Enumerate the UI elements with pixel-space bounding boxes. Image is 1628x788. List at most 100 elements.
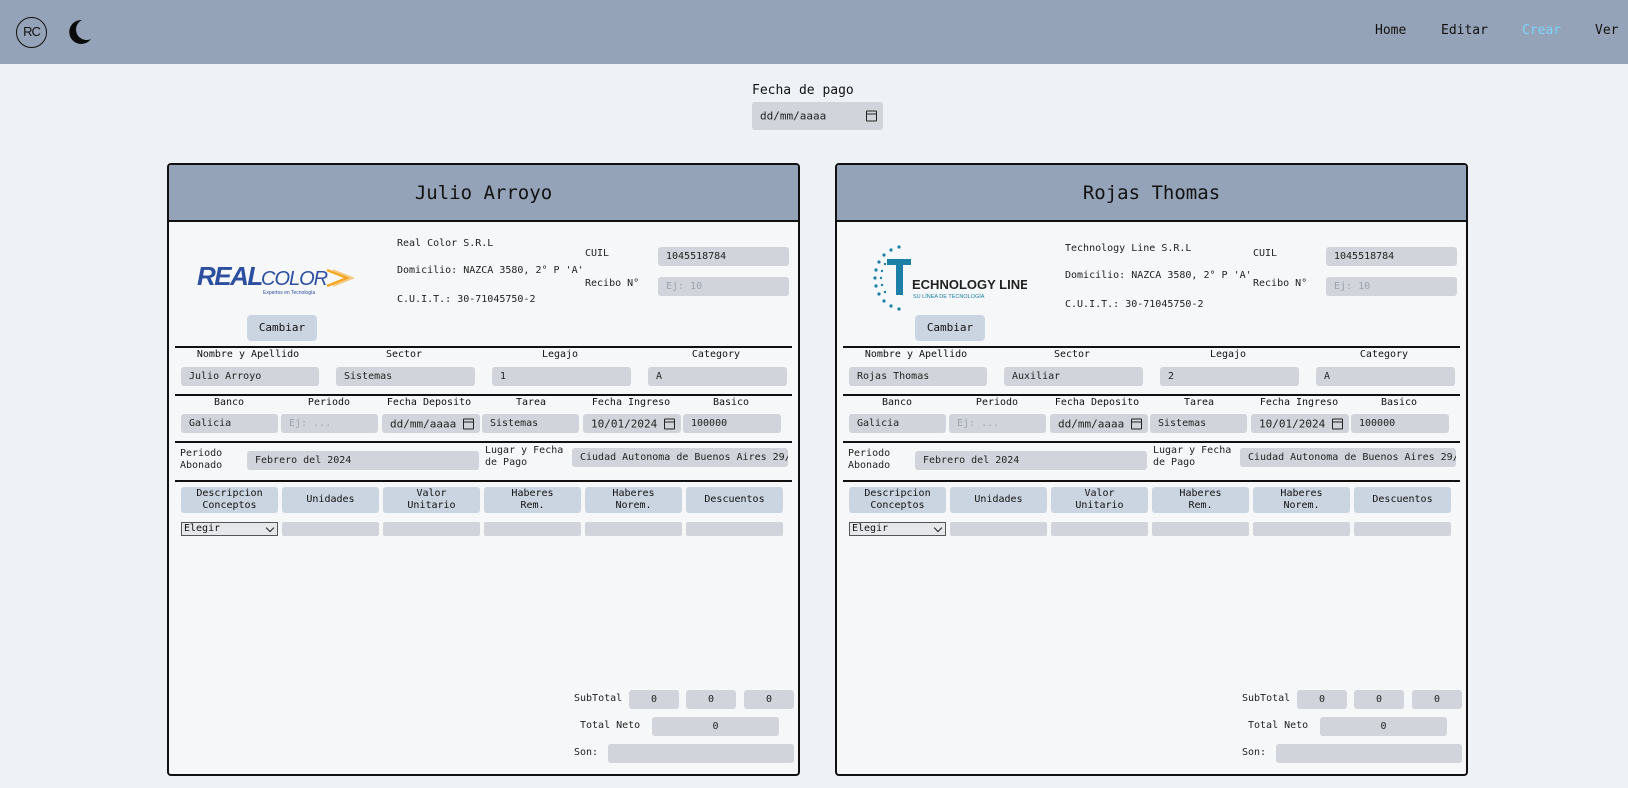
recibo-label: Recibo N° xyxy=(585,278,640,289)
periodo-abonado-input[interactable]: Febrero del 2024 xyxy=(247,451,479,470)
fecha-pago-input[interactable]: dd/mm/aaaa xyxy=(752,102,883,130)
total-neto-label: Total Neto xyxy=(1248,720,1309,731)
subtotal-rem: 0 xyxy=(1297,690,1347,709)
calendar-icon[interactable] xyxy=(1332,418,1343,429)
subtotal-norem: 0 xyxy=(1354,690,1404,709)
basico-input[interactable]: 100000 xyxy=(683,414,781,433)
employee-name-header: Rojas Thomas xyxy=(837,165,1466,222)
descuentos-cell[interactable] xyxy=(1354,522,1451,536)
fecha-deposito-label: Fecha Deposito xyxy=(386,397,472,408)
company-domicilio: Domicilio: NAZCA 3580, 2° P 'A' xyxy=(397,265,584,276)
valor-unitario-cell[interactable] xyxy=(1051,522,1148,536)
periodo-abonado-input[interactable]: Febrero del 2024 xyxy=(915,451,1147,470)
fecha-ingreso-input[interactable]: 10/01/2024 xyxy=(1251,414,1349,433)
subtotal-label: SubTotal xyxy=(1242,693,1291,704)
svg-text:Expertos en Tecnología: Expertos en Tecnología xyxy=(263,290,315,296)
technology-line-logo: ECHNOLOGY LINE SU LÍNEA DE TECNOLOGÍA xyxy=(873,245,1027,311)
lugar-fecha-input[interactable]: Ciudad Autonoma de Buenos Aires 29/0 xyxy=(572,448,788,467)
unidades-cell[interactable] xyxy=(950,522,1047,536)
th-haberes-norem: Haberes Norem. xyxy=(585,487,682,513)
category-label: Category xyxy=(691,349,741,360)
th-unidades: Unidades xyxy=(950,487,1047,513)
category-input[interactable]: A xyxy=(1316,367,1455,386)
brand-logo[interactable]: RC xyxy=(16,17,47,48)
banco-input[interactable]: Galicia xyxy=(181,414,278,433)
calendar-icon[interactable] xyxy=(463,418,474,429)
subtotal-descuentos: 0 xyxy=(1412,690,1462,709)
moon-icon[interactable] xyxy=(66,18,92,46)
divider xyxy=(843,346,1460,348)
sector-label: Sector xyxy=(1053,349,1091,360)
calendar-icon[interactable] xyxy=(1131,418,1142,429)
concepto-select[interactable]: Elegir xyxy=(849,522,946,536)
legajo-input[interactable]: 2 xyxy=(1160,367,1299,386)
son-label: Son: xyxy=(574,747,599,758)
company-name: Real Color S.R.L xyxy=(397,238,494,249)
son-input[interactable] xyxy=(608,744,794,763)
tarea-input[interactable]: Sistemas xyxy=(482,414,579,433)
periodo-input[interactable]: Ej: ... xyxy=(281,414,378,433)
sector-input[interactable]: Auxiliar xyxy=(1004,367,1143,386)
descuentos-cell[interactable] xyxy=(686,522,783,536)
lugar-fecha-label: Lugar y Fecha xyxy=(1153,445,1232,456)
haberes-norem-cell[interactable] xyxy=(1253,522,1350,536)
nombre-label: Nombre y Apellido xyxy=(864,349,968,360)
periodo-input[interactable]: Ej: ... xyxy=(949,414,1046,433)
lugar-fecha-label: de Pago xyxy=(485,457,528,468)
banco-input[interactable]: Galicia xyxy=(849,414,946,433)
th-haberes-norem: Haberes Norem. xyxy=(1253,487,1350,513)
haberes-rem-cell[interactable] xyxy=(1152,522,1249,536)
th-descuentos: Descuentos xyxy=(686,487,783,513)
unidades-cell[interactable] xyxy=(282,522,379,536)
th-valor-unitario: Valor Unitario xyxy=(1051,487,1148,513)
haberes-rem-cell[interactable] xyxy=(484,522,581,536)
nav-ver[interactable]: Ver xyxy=(1595,23,1618,38)
chevron-down-icon xyxy=(265,523,275,533)
cambiar-button[interactable]: Cambiar xyxy=(915,315,985,341)
category-input[interactable]: A xyxy=(648,367,787,386)
fecha-ingreso-label: Fecha Ingreso xyxy=(591,397,671,408)
legajo-input[interactable]: 1 xyxy=(492,367,631,386)
cuil-input[interactable]: 1045518784 xyxy=(658,247,789,266)
recibo-label: Recibo N° xyxy=(1253,278,1308,289)
son-input[interactable] xyxy=(1276,744,1462,763)
haberes-norem-cell[interactable] xyxy=(585,522,682,536)
cambiar-button[interactable]: Cambiar xyxy=(247,315,317,341)
lugar-fecha-input[interactable]: Ciudad Autonoma de Buenos Aires 29/0 xyxy=(1240,448,1456,467)
concepto-select[interactable]: Elegir xyxy=(181,522,278,536)
svg-text:REAL: REAL xyxy=(197,262,262,291)
fecha-ingreso-input[interactable]: 10/01/2024 xyxy=(583,414,681,433)
fecha-ingreso-label: Fecha Ingreso xyxy=(1259,397,1339,408)
nav-crear[interactable]: Crear xyxy=(1522,23,1561,38)
cuil-input[interactable]: 1045518784 xyxy=(1326,247,1457,266)
divider xyxy=(175,346,792,348)
recibo-input[interactable]: Ej: 10 xyxy=(658,277,789,296)
lugar-fecha-label: Lugar y Fecha xyxy=(485,445,564,456)
sector-input[interactable]: Sistemas xyxy=(336,367,475,386)
nombre-input[interactable]: Rojas Thomas xyxy=(849,367,987,386)
banco-label: Banco xyxy=(881,397,913,408)
periodo-label: Periodo xyxy=(975,397,1019,408)
subtotal-label: SubTotal xyxy=(574,693,623,704)
nav-home[interactable]: Home xyxy=(1375,23,1406,38)
nombre-input[interactable]: Julio Arroyo xyxy=(181,367,319,386)
category-label: Category xyxy=(1359,349,1409,360)
calendar-icon[interactable] xyxy=(664,418,675,429)
th-unidades: Unidades xyxy=(282,487,379,513)
th-descripcion: Descripcion Conceptos xyxy=(849,487,946,513)
realcolor-logo: REAL COLOR Expertos en Tecnología xyxy=(197,262,356,296)
tarea-input[interactable]: Sistemas xyxy=(1150,414,1247,433)
payslip-card: Rojas Thomas ECHNOLOGY LINE SU LÍNEA DE … xyxy=(835,163,1468,776)
fecha-deposito-input[interactable]: dd/mm/aaaa xyxy=(1050,414,1148,433)
valor-unitario-cell[interactable] xyxy=(383,522,480,536)
divider xyxy=(843,441,1460,443)
recibo-input[interactable]: Ej: 10 xyxy=(1326,277,1457,296)
fecha-deposito-input[interactable]: dd/mm/aaaa xyxy=(382,414,480,433)
nav-editar[interactable]: Editar xyxy=(1441,23,1488,38)
cuil-label: CUIL xyxy=(1253,248,1278,259)
periodo-label: Periodo xyxy=(307,397,351,408)
company-cuit: C.U.I.T.: 30-71045750-2 xyxy=(1065,299,1204,310)
basico-input[interactable]: 100000 xyxy=(1351,414,1449,433)
divider xyxy=(175,394,792,396)
calendar-icon[interactable] xyxy=(866,110,877,122)
